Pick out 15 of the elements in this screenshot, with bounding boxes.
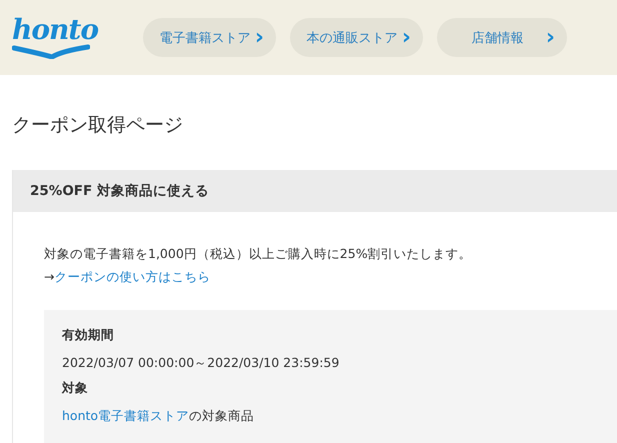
nav-button[interactable]: 本の通販ストア › <box>290 18 423 57</box>
logo-text[interactable]: honto <box>12 16 98 42</box>
nav-button[interactable]: 電子書籍ストア › <box>143 18 276 57</box>
detail-value: 2022/03/07 00:00:00～2022/03/10 23:59:59 <box>62 355 340 372</box>
guide-line: →クーポンの使い方はこちら <box>44 268 212 286</box>
nav-button[interactable]: 店舗情報 › <box>437 18 567 57</box>
swoosh-icon <box>12 42 90 58</box>
detail-value: honto電子書籍ストアの対象商品 <box>62 408 256 425</box>
detail-label: 有効期間 <box>62 327 115 344</box>
store-link[interactable]: honto電子書籍ストア <box>62 408 190 423</box>
coupon-description: 対象の電子書籍を1,000円（税込）以上ご購入時に25%割引いたします。 <box>44 245 473 263</box>
page-title: クーポン取得ページ <box>12 113 184 138</box>
detail-label: 対象 <box>62 380 89 397</box>
guide-link[interactable]: クーポンの使い方はこちら <box>54 269 210 284</box>
coupon-title: 25%OFF 対象商品に使える <box>13 170 617 212</box>
